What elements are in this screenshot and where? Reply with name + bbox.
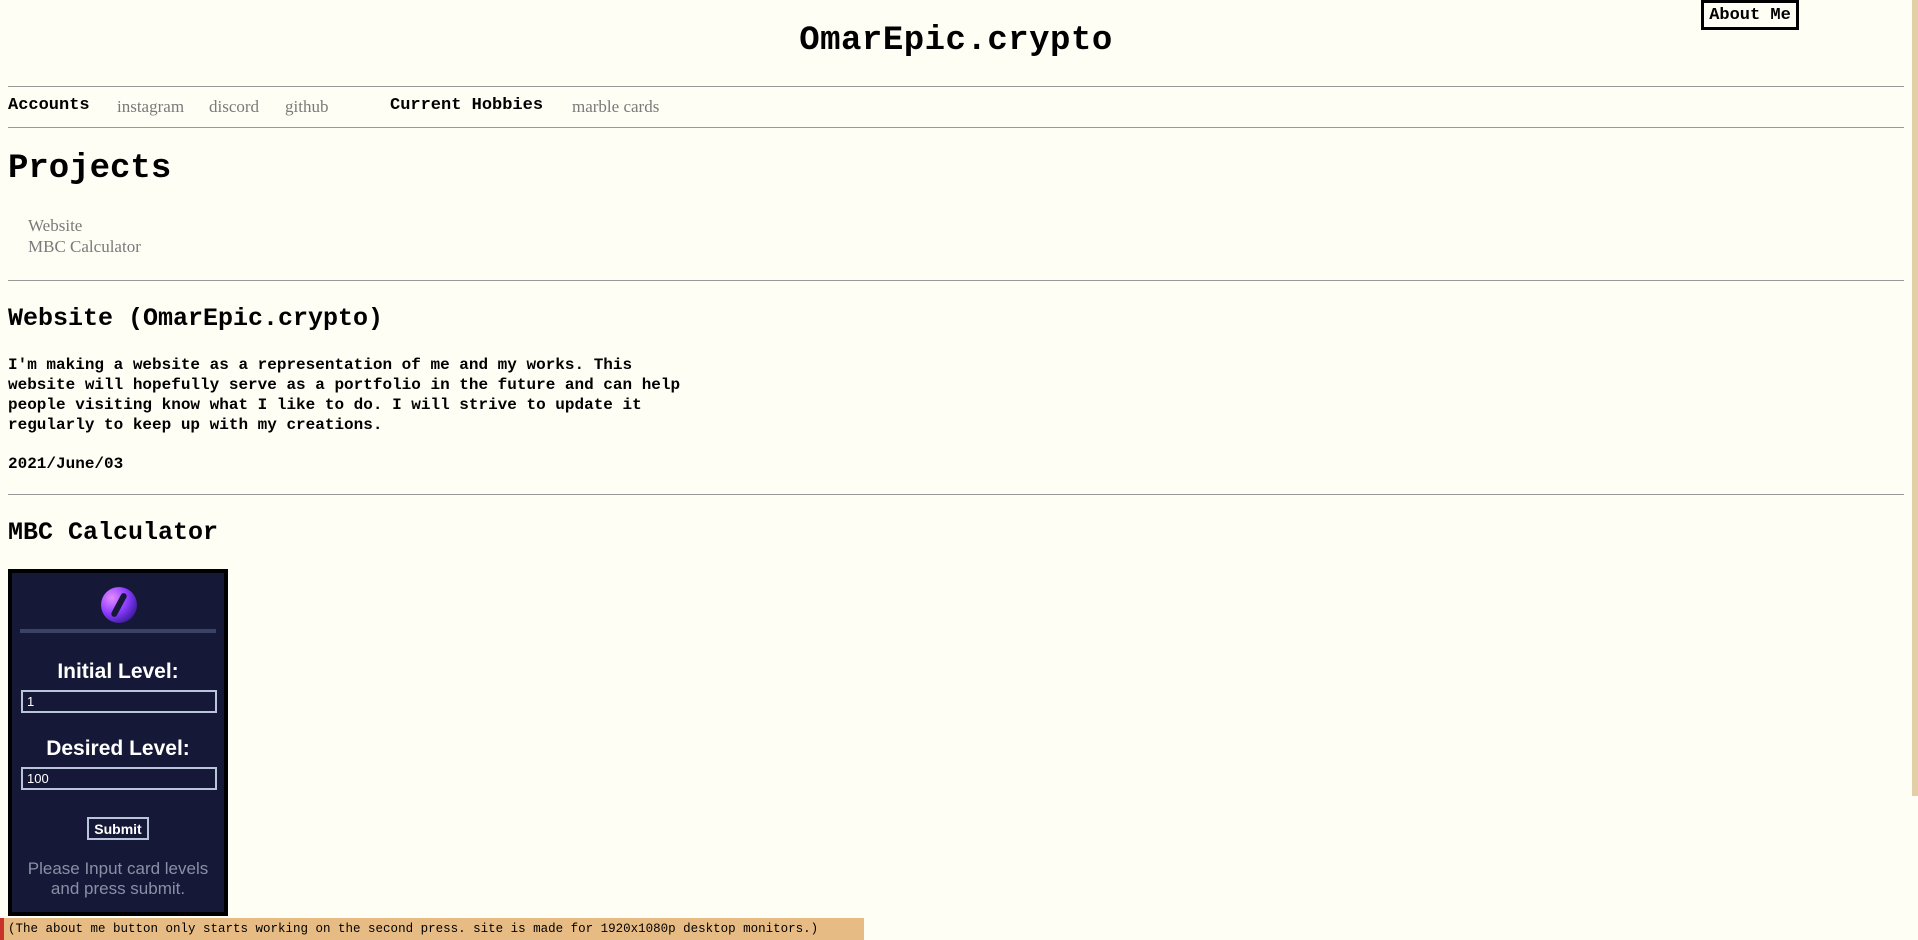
divider bbox=[8, 127, 1904, 128]
calculator-divider bbox=[20, 629, 216, 633]
instagram-link[interactable]: instagram bbox=[117, 97, 184, 117]
scrollbar-track[interactable] bbox=[1912, 0, 1918, 796]
description-line: website will hopefully serve as a portfo… bbox=[8, 376, 681, 394]
notice-banner: (The about me button only starts working… bbox=[0, 918, 864, 940]
description-line: people visiting know what I like to do. … bbox=[8, 396, 642, 414]
projects-heading: Projects bbox=[8, 150, 172, 188]
marble-logo-icon bbox=[101, 587, 137, 623]
project-link-mbc-calculator[interactable]: MBC Calculator bbox=[28, 237, 141, 257]
accounts-heading: Accounts bbox=[8, 96, 90, 115]
desired-level-input[interactable] bbox=[21, 767, 217, 790]
initial-level-label: Initial Level: bbox=[57, 660, 179, 683]
mbc-calculator-widget: Initial Level: Desired Level: Submit Ple… bbox=[8, 569, 228, 916]
website-date: 2021/June/03 bbox=[8, 455, 124, 473]
mbc-calculator-section-title: MBC Calculator bbox=[8, 518, 219, 547]
submit-button[interactable]: Submit bbox=[87, 817, 149, 840]
current-hobbies-heading: Current Hobbies bbox=[390, 96, 544, 115]
initial-level-input[interactable] bbox=[21, 690, 217, 713]
description-line: I'm making a website as a representation… bbox=[8, 356, 633, 374]
description-line: regularly to keep up with my creations. bbox=[8, 416, 383, 434]
message-line: Please Input card levels bbox=[27, 859, 209, 878]
desired-level-label: Desired Level: bbox=[46, 737, 190, 760]
marble-cards-link[interactable]: marble cards bbox=[572, 97, 659, 117]
divider bbox=[8, 280, 1904, 281]
project-link-website[interactable]: Website bbox=[28, 216, 82, 236]
about-me-button[interactable]: About Me bbox=[1701, 0, 1799, 30]
discord-link[interactable]: discord bbox=[209, 97, 259, 117]
github-link[interactable]: github bbox=[285, 97, 328, 117]
divider bbox=[8, 86, 1904, 87]
website-description: I'm making a website as a representation… bbox=[8, 355, 768, 435]
site-title: OmarEpic.crypto bbox=[799, 22, 1113, 60]
message-line: and press submit. bbox=[50, 879, 186, 898]
calculator-message: Please Input card levels and press submi… bbox=[12, 859, 224, 899]
divider bbox=[8, 494, 1904, 495]
website-section-title: Website (OmarEpic.crypto) bbox=[8, 304, 384, 333]
